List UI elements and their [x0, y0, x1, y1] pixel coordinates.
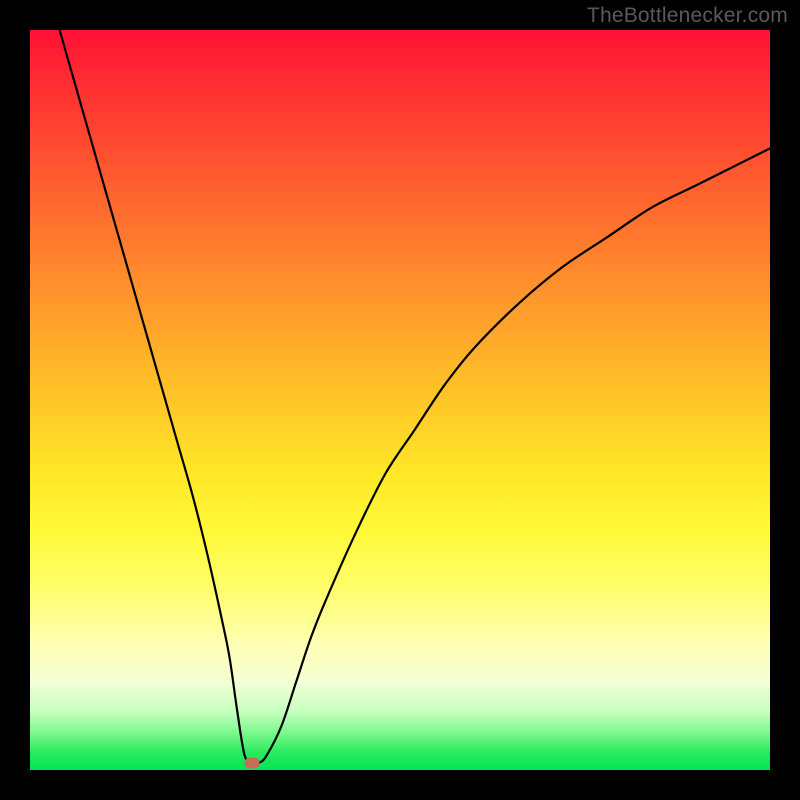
curve-svg — [30, 30, 770, 770]
plot-area — [30, 30, 770, 770]
optimum-marker — [245, 757, 260, 768]
bottleneck-curve — [60, 30, 770, 764]
chart-frame: TheBottlenecker.com — [0, 0, 800, 800]
watermark-text: TheBottlenecker.com — [587, 4, 788, 28]
